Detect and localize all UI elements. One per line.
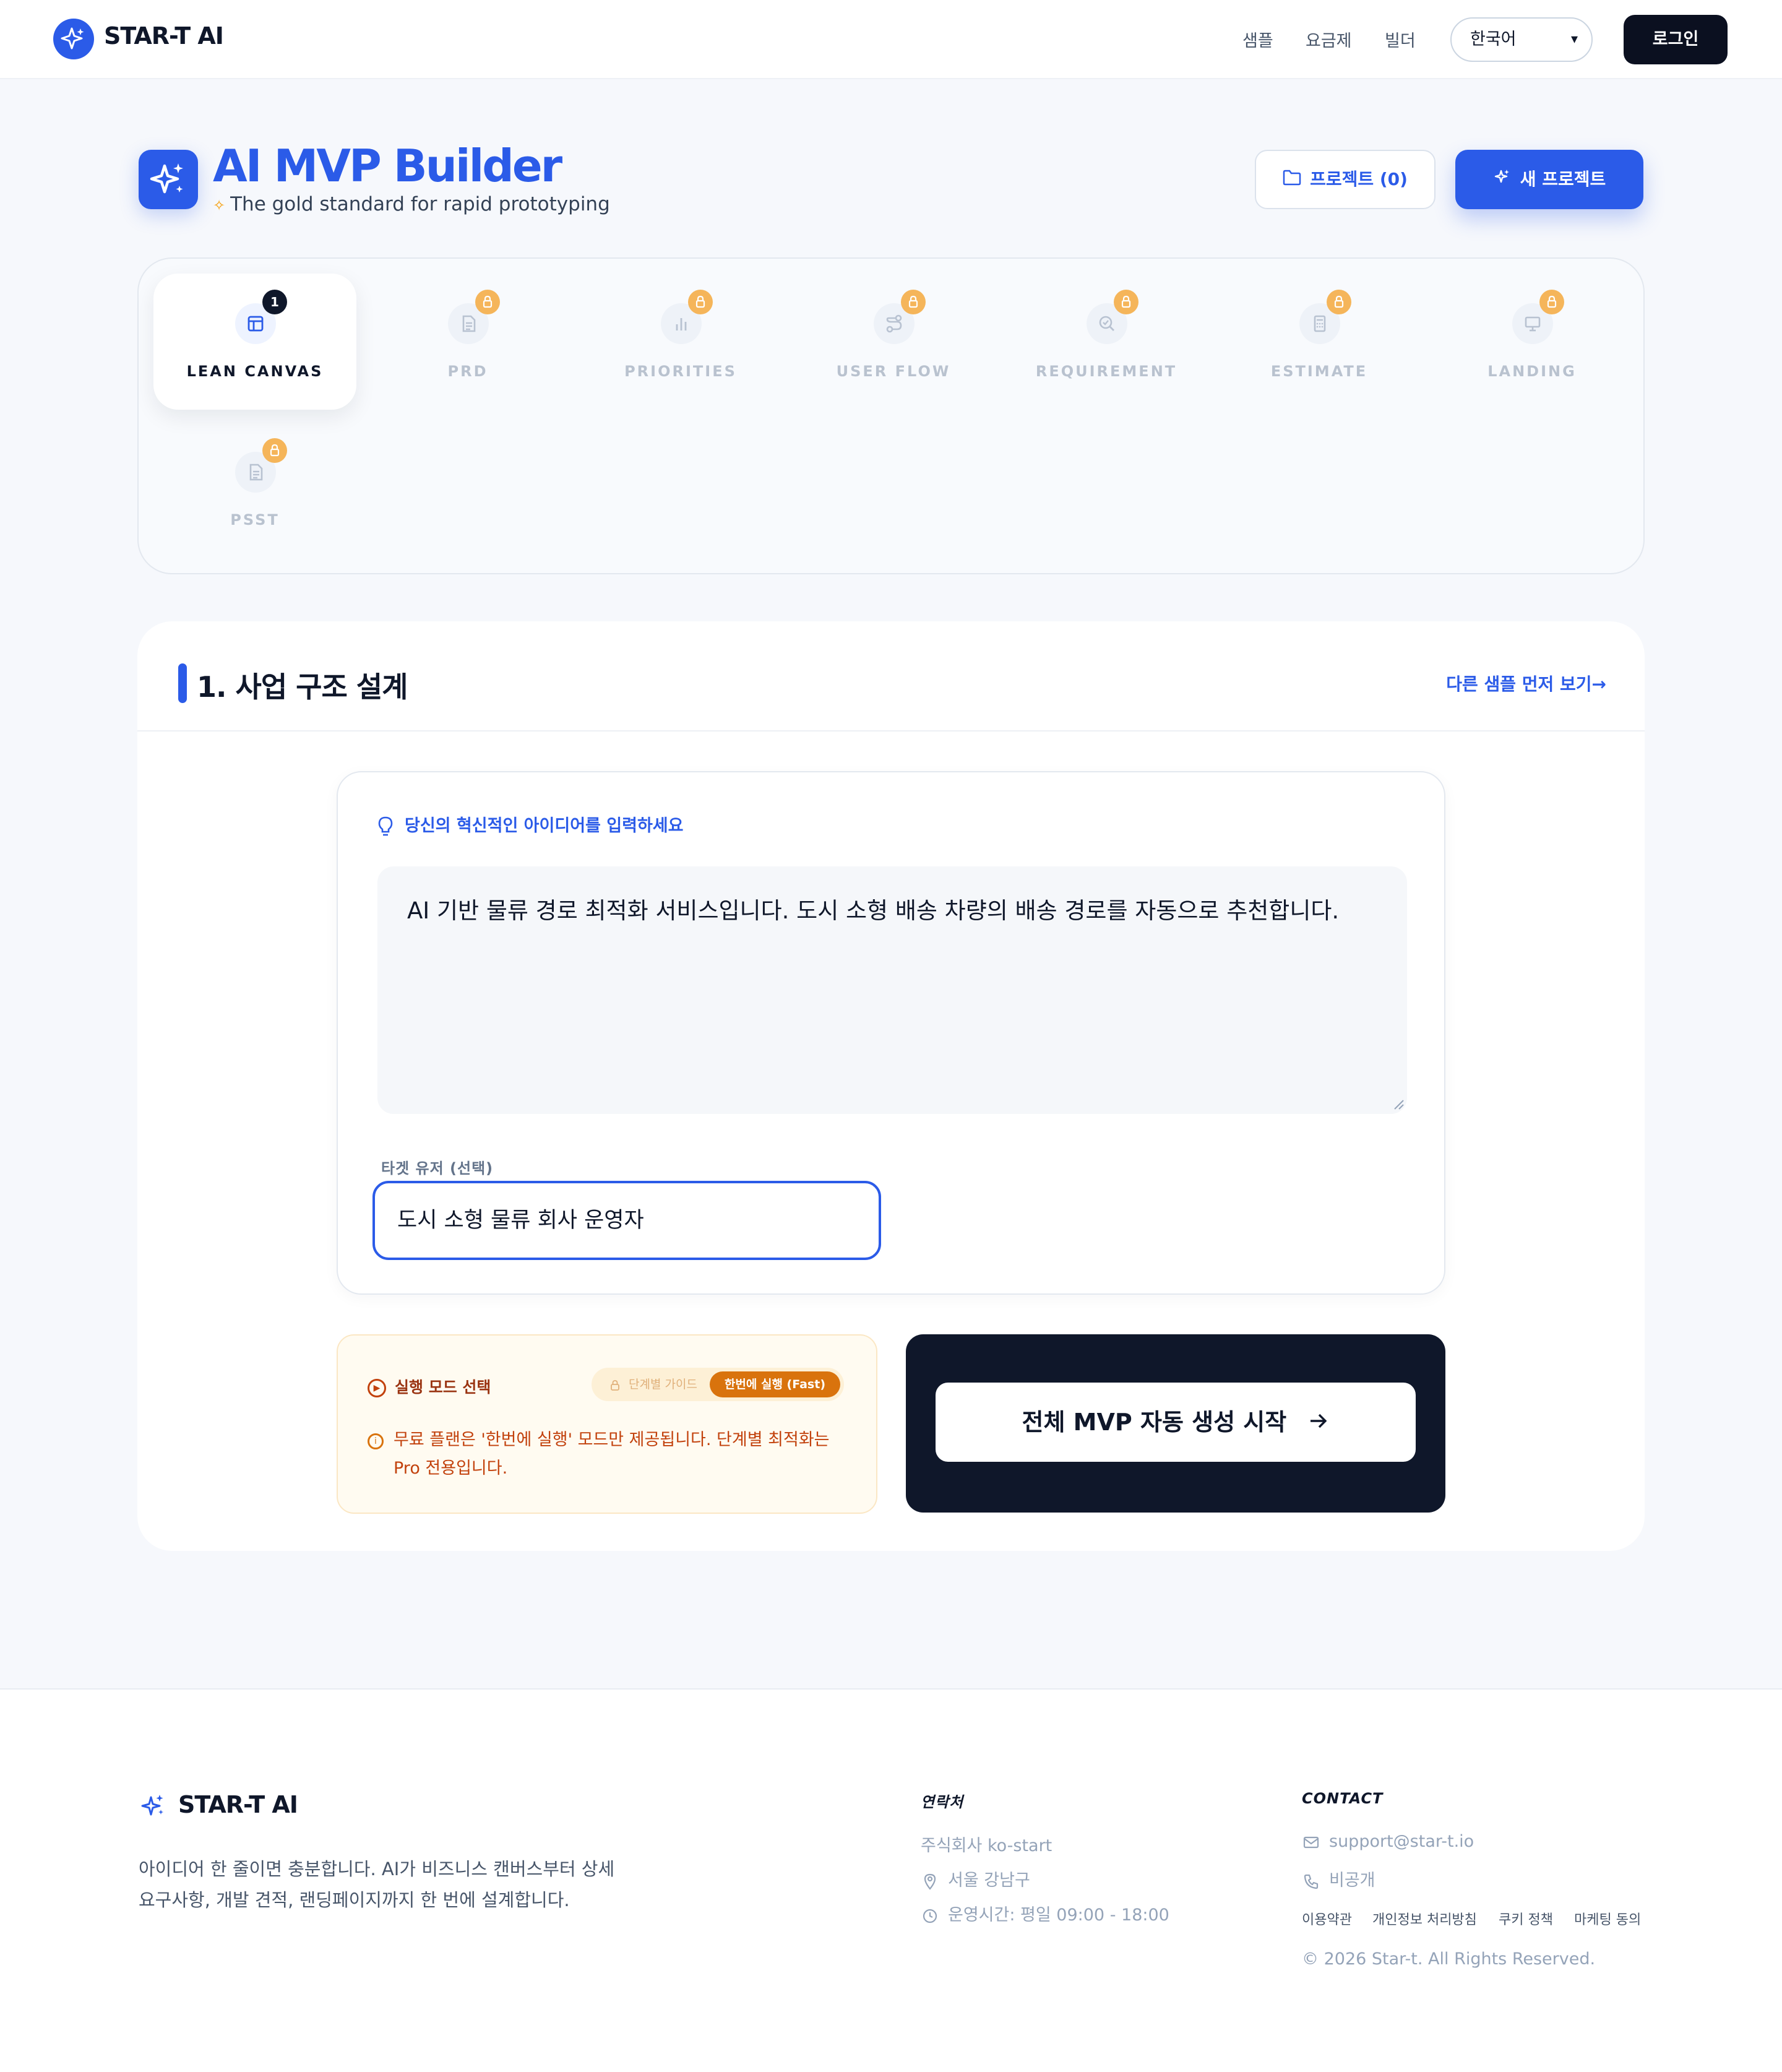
subtitle-text: The gold standard for rapid prototyping <box>230 193 610 215</box>
footer-company: 주식회사 ko-start <box>921 1836 1052 1855</box>
target-user-label: 타겟 유저 (선택) <box>381 1160 494 1177</box>
projects-button-label: 프로젝트 (0) <box>1310 169 1408 189</box>
step-label: ESTIMATE <box>1270 363 1368 380</box>
footer-contact-heading-kr: 연락처 <box>921 1794 964 1811</box>
login-button[interactable]: 로그인 <box>1624 15 1728 64</box>
divider <box>137 730 1645 732</box>
idea-input-card: 당신의 혁신적인 아이디어를 입력하세요 AI 기반 물류 경로 최적화 서비스… <box>337 771 1445 1295</box>
step-label: LANDING <box>1487 363 1577 380</box>
new-project-button[interactable]: 새 프로젝트 <box>1455 150 1643 209</box>
new-project-label: 새 프로젝트 <box>1520 169 1606 189</box>
resize-handle-icon[interactable] <box>1392 1098 1405 1110</box>
chevron-down-icon: ▾ <box>1570 32 1578 47</box>
footer-phone: 비공개 <box>1302 1867 1375 1891</box>
nav-samples[interactable]: 샘플 <box>1242 27 1273 51</box>
folder-icon <box>1283 152 1301 209</box>
step-lean-canvas[interactable]: 1 LEAN CANVAS <box>153 274 356 410</box>
step-estimate[interactable]: ESTIMATE <box>1218 274 1421 410</box>
lock-icon <box>1114 290 1138 314</box>
free-plan-notice-text: 무료 플랜은 '한번에 실행' 모드만 제공됩니다. 단계별 최적화는 Pro … <box>394 1430 830 1478</box>
clock-icon <box>921 1906 939 1925</box>
sparkles-icon <box>139 150 198 209</box>
footer-link-terms[interactable]: 이용약관 <box>1302 1909 1352 1928</box>
step-user-flow[interactable]: USER FLOW <box>792 274 995 410</box>
step-priorities[interactable]: PRIORITIES <box>579 274 782 410</box>
nav-pricing[interactable]: 요금제 <box>1306 27 1352 51</box>
step-label: USER FLOW <box>836 363 951 380</box>
step-psst[interactable]: PSST <box>153 422 356 558</box>
sparkle-icon: ✧ <box>213 197 226 214</box>
language-select[interactable]: 한국어 ▾ <box>1450 17 1593 62</box>
footer-link-marketing[interactable]: 마케팅 동의 <box>1574 1909 1641 1928</box>
sparkles-icon <box>1493 150 1512 210</box>
footer-link-cookies[interactable]: 쿠키 정책 <box>1499 1909 1553 1928</box>
mail-icon <box>1302 1832 1320 1851</box>
mode-step-guide-label: 단계별 가이드 <box>629 1378 697 1391</box>
page-title: AI MVP Builder <box>213 140 562 192</box>
brand-logo-icon[interactable] <box>53 19 94 59</box>
step-label: PRIORITIES <box>624 363 737 380</box>
map-pin-icon <box>921 1871 939 1890</box>
arrow-right-icon <box>1307 1384 1329 1464</box>
footer-copyright: © 2026 Star-t. All Rights Reserved. <box>1302 1949 1596 1969</box>
idea-label-text: 당신의 혁신적인 아이디어를 입력하세요 <box>405 816 684 835</box>
idea-label: 당신의 혁신적인 아이디어를 입력하세요 <box>377 812 683 838</box>
footer-email-text: support@star-t.io <box>1329 1832 1474 1851</box>
footer-brand: STAR-T AI <box>178 1791 298 1818</box>
footer-hours-text: 운영시간: 평일 09:00 - 18:00 <box>948 1906 1169 1925</box>
step-requirement[interactable]: REQUIREMENT <box>1005 274 1208 410</box>
projects-button[interactable]: 프로젝트 (0) <box>1255 150 1436 209</box>
step-navigator: 1 LEAN CANVAS PRD PRIORITIES USER FLOW R… <box>137 257 1645 574</box>
footer: STAR-T AI 아이디어 한 줄이면 충분합니다. AI가 비즈니스 캔버스… <box>0 1688 1782 2072</box>
start-button-label: 전체 MVP 자동 생성 시작 <box>1022 1409 1287 1436</box>
lock-icon <box>262 438 287 463</box>
phone-icon <box>1302 1871 1320 1890</box>
sparkles-icon <box>139 1791 168 1827</box>
step-label: REQUIREMENT <box>1035 363 1177 380</box>
lock-icon <box>688 290 713 314</box>
start-mvp-generation-button[interactable]: 전체 MVP 자동 생성 시작 <box>936 1383 1416 1462</box>
footer-email[interactable]: support@star-t.io <box>1302 1832 1474 1851</box>
nav-builder[interactable]: 빌더 <box>1385 27 1416 51</box>
target-user-input[interactable]: 도시 소형 물류 회사 운영자 <box>372 1181 881 1260</box>
footer-phone-text: 비공개 <box>1329 1871 1375 1890</box>
language-value: 한국어 <box>1470 30 1517 49</box>
footer-contact-heading-en: CONTACT <box>1302 1790 1384 1807</box>
footer-hours: 운영시간: 평일 09:00 - 18:00 <box>921 1901 1169 1925</box>
lightbulb-icon <box>377 816 394 838</box>
step-prd[interactable]: PRD <box>366 274 569 410</box>
idea-textarea[interactable]: AI 기반 물류 경로 최적화 서비스입니다. 도시 소형 배송 차량의 배송 … <box>377 866 1407 1114</box>
top-navbar: STAR-T AI 샘플 요금제 빌더 한국어 ▾ 로그인 <box>0 0 1782 79</box>
free-plan-notice: i 무료 플랜은 '한번에 실행' 모드만 제공됩니다. 단계별 최적화는 Pr… <box>368 1426 856 1483</box>
brand-name[interactable]: STAR-T AI <box>104 22 224 50</box>
step-number-badge: 1 <box>262 290 287 314</box>
step-label: PRD <box>447 363 488 380</box>
title-accent-bar <box>178 663 187 703</box>
info-icon: i <box>368 1433 384 1449</box>
footer-link-privacy[interactable]: 개인정보 처리방침 <box>1372 1909 1477 1928</box>
lock-icon <box>1327 290 1351 314</box>
mode-fast-option[interactable]: 한번에 실행 (Fast) <box>709 1371 840 1397</box>
other-samples-link[interactable]: 다른 샘플 먼저 보기→ <box>1446 671 1606 696</box>
mode-step-guide-option[interactable]: 단계별 가이드 <box>610 1368 697 1401</box>
run-mode-title-text: 실행 모드 선택 <box>395 1378 491 1396</box>
page-subtitle: ✧ The gold standard for rapid prototyping <box>213 193 610 215</box>
run-mode-card: ▶ 실행 모드 선택 단계별 가이드 한번에 실행 (Fast) i 무료 플랜은… <box>337 1334 877 1514</box>
run-mode-toggle: 단계별 가이드 한번에 실행 (Fast) <box>592 1368 844 1401</box>
step-landing[interactable]: LANDING <box>1431 274 1634 410</box>
footer-location: 서울 강남구 <box>921 1867 1030 1891</box>
footer-location-text: 서울 강남구 <box>948 1871 1030 1890</box>
footer-description: 아이디어 한 줄이면 충분합니다. AI가 비즈니스 캔버스부터 상세 요구사항… <box>139 1858 615 1910</box>
lock-icon <box>901 290 926 314</box>
step-label: PSST <box>230 511 280 529</box>
play-circle-icon: ▶ <box>368 1379 386 1397</box>
lock-icon <box>475 290 500 314</box>
lock-icon <box>1539 290 1564 314</box>
main-card: 1. 사업 구조 설계 다른 샘플 먼저 보기→ 당신의 혁신적인 아이디어를 … <box>137 621 1645 1551</box>
section-title: 1. 사업 구조 설계 <box>197 670 408 704</box>
step-label: LEAN CANVAS <box>186 363 324 380</box>
run-mode-title: ▶ 실행 모드 선택 <box>368 1375 491 1397</box>
run-panel: 전체 MVP 자동 생성 시작 <box>906 1334 1445 1513</box>
lock-icon <box>610 1378 624 1391</box>
